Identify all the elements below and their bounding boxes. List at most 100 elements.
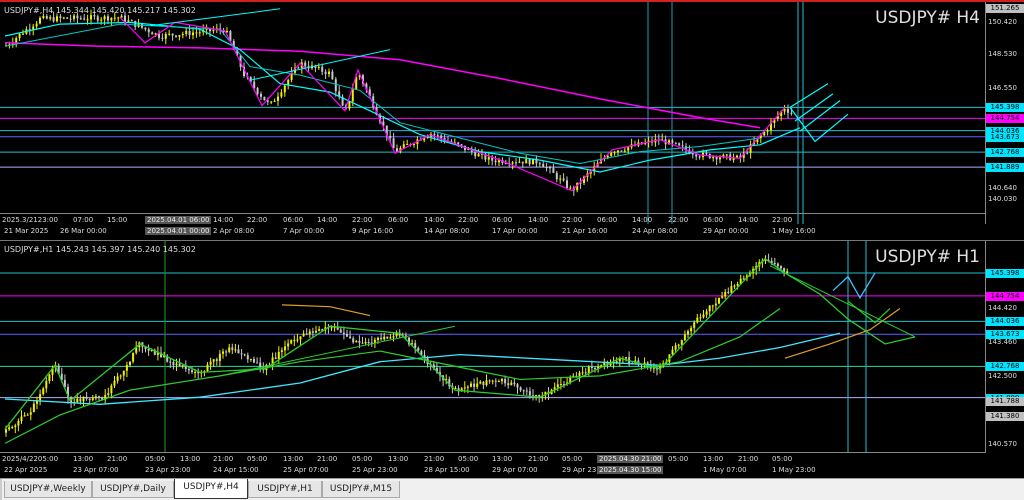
candle-body xyxy=(627,147,630,151)
candle-body xyxy=(721,296,724,298)
candle-body xyxy=(569,187,572,189)
candle-body xyxy=(49,17,52,19)
candle-body xyxy=(90,15,92,20)
chart-tab-bar: USDJPY#,Weekly USDJPY#,Daily USDJPY#,H4 … xyxy=(0,478,1024,500)
price-tag: 145.398 xyxy=(986,103,1024,113)
candle-body xyxy=(511,162,514,164)
candle-body xyxy=(433,133,436,136)
slow-ma-line xyxy=(4,42,761,129)
time-axis-label: 2025/4/2205:00 xyxy=(2,455,59,463)
candle-body xyxy=(59,16,62,18)
time-axis-label: 28 Apr 15:00 xyxy=(424,466,470,474)
candle-body xyxy=(678,143,681,146)
candle-body xyxy=(5,429,7,433)
candle-body xyxy=(283,85,286,93)
candle-body xyxy=(144,27,147,30)
candle-body xyxy=(110,17,113,21)
time-axis-label: 14:00 xyxy=(424,216,445,224)
h4-price-plot[interactable] xyxy=(0,2,985,224)
candle-body xyxy=(538,394,541,397)
time-axis-label: 25 Apr 07:00 xyxy=(283,466,329,474)
candle-body xyxy=(280,350,283,352)
candle-body xyxy=(773,262,776,264)
h1-price-plot[interactable] xyxy=(0,241,985,453)
candle-body xyxy=(396,148,398,152)
candle-body xyxy=(76,398,79,403)
candle-body xyxy=(287,343,290,347)
time-axis-label: 21:00 xyxy=(528,455,549,463)
time-axis-label: 21 Apr 16:00 xyxy=(562,227,608,235)
time-axis-label: 05:00 xyxy=(145,455,166,463)
candle-body xyxy=(528,391,531,396)
candle-body xyxy=(240,353,243,355)
candle-body xyxy=(151,32,154,35)
time-axis-label: 22:00 xyxy=(772,216,793,224)
candle-body xyxy=(695,154,698,157)
candle-body xyxy=(436,135,439,137)
candle-body xyxy=(680,340,683,345)
time-axis-label: 2025.04.30 15:00 xyxy=(597,466,664,474)
candle-body xyxy=(86,19,89,21)
h1-date-axis[interactable]: 22 Apr 2025 23 Apr 07:00 23 Apr 23:00 24 Ap… xyxy=(0,464,985,477)
time-axis-label: 26 Mar 00:00 xyxy=(60,227,107,235)
tab-h1[interactable]: USDJPY#,H1 xyxy=(248,481,322,498)
tab-m15[interactable]: USDJPY#,M15 xyxy=(322,481,400,498)
candle-body xyxy=(134,20,137,27)
price-label: 142.500 xyxy=(988,371,1017,380)
candle-body xyxy=(535,394,538,396)
candle-body xyxy=(414,343,417,348)
candle-body xyxy=(334,79,337,92)
time-axis-label: 2025.04.01 00:00 xyxy=(145,227,212,235)
candle-body xyxy=(687,331,689,335)
candle-body xyxy=(113,380,116,386)
candle-body xyxy=(107,16,109,21)
candle-body xyxy=(79,18,82,20)
candle-body xyxy=(42,16,45,18)
candle-body xyxy=(346,333,348,337)
candle-body xyxy=(477,153,480,157)
time-axis-label: 21 Mar 2025 xyxy=(4,227,49,235)
time-axis-label: 05:00 xyxy=(772,455,793,463)
candle-body xyxy=(476,383,479,387)
candle-body xyxy=(736,284,739,286)
time-axis-label: 05:00 xyxy=(668,455,689,463)
time-axis-label: 22 Apr 2025 xyxy=(4,466,48,474)
time-axis-label: 17 Apr 00:00 xyxy=(492,227,538,235)
candle-body xyxy=(117,17,120,19)
candle-body xyxy=(191,370,193,373)
candle-body xyxy=(674,345,677,350)
candle-body xyxy=(253,358,255,363)
candle-body xyxy=(212,359,215,362)
tab-h4[interactable]: USDJPY#,H4 xyxy=(174,479,248,499)
h4-price-axis[interactable]: 151.265 150.420 148.530 146.550 145.398 144.7… xyxy=(985,2,1024,224)
orange-ma-line xyxy=(281,304,371,317)
candle-body xyxy=(559,178,562,180)
candle-body xyxy=(215,359,218,361)
tab-weekly[interactable]: USDJPY#,Weekly xyxy=(4,481,92,498)
h4-chart-pane[interactable]: USDJPY#,H4 145.344 145.420 145.217 145.3… xyxy=(0,0,1024,238)
h1-chart-pane[interactable]: USDJPY#,H1 145.243 145.397 145.240 145.3… xyxy=(0,240,1024,479)
h1-price-axis[interactable]: 145.398 144.754 144.420 144.036 143.673 143.4… xyxy=(985,241,1024,453)
candle-body xyxy=(702,314,705,318)
zigzag-line xyxy=(4,257,916,430)
time-axis-label: 06:00 xyxy=(283,216,304,224)
time-axis-label: 23 Apr 23:00 xyxy=(145,466,191,474)
candle-body xyxy=(127,20,130,22)
candle-body xyxy=(606,155,609,158)
tab-daily[interactable]: USDJPY#,Daily xyxy=(92,481,174,498)
candle-body xyxy=(440,135,443,139)
candle-body xyxy=(66,17,69,19)
candle-body xyxy=(168,33,171,35)
h4-date-axis[interactable]: 21 Mar 2025 26 Mar 00:00 2025.04.01 00:00 2… xyxy=(0,225,985,238)
candle-body xyxy=(389,135,392,139)
candle-body xyxy=(39,394,42,401)
candle-body xyxy=(270,101,273,103)
price-label: 140.570 xyxy=(988,440,1017,449)
candle-body xyxy=(185,30,188,34)
candle-body xyxy=(228,347,231,352)
candle-body xyxy=(42,388,45,395)
candle-body xyxy=(587,366,590,373)
candle-body xyxy=(263,96,266,101)
candle-body xyxy=(76,15,79,19)
trend-line-mid xyxy=(249,49,391,81)
